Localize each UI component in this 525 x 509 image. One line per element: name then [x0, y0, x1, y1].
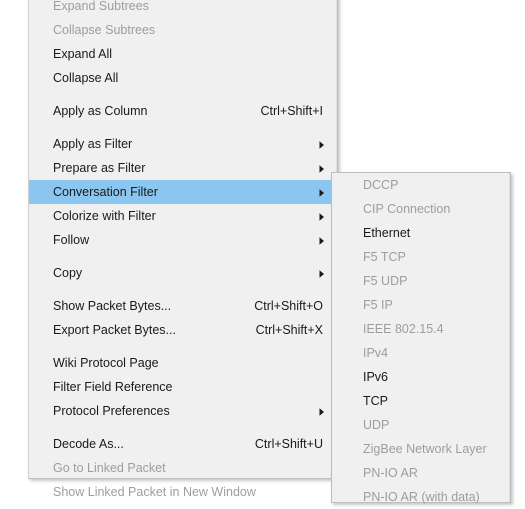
menu-item-label: Ethernet — [363, 226, 411, 240]
menu-item-shortcut: Ctrl+Shift+U — [254, 437, 323, 451]
menu-item-label: IPv6 — [363, 370, 389, 384]
menu-item-shortcut: Ctrl+Shift+O — [254, 299, 323, 313]
conversation-filter-submenu[interactable]: DCCP CIP Connection Ethernet F5 TCP F5 UDP F5… — [331, 172, 511, 504]
menu-item-label: Collapse All — [53, 71, 119, 85]
menu-item-label: Filter Field Reference — [53, 380, 173, 394]
menu-item-label: F5 TCP — [363, 250, 406, 264]
menu-item-conversation-filter[interactable]: Conversation Filter — [29, 180, 337, 204]
menu-item-label: Go to Linked Packet — [53, 461, 166, 475]
submenu-item-f5-tcp: F5 TCP — [332, 245, 510, 269]
menu-item-label: Show Packet Bytes... — [53, 299, 172, 313]
menu-item-label: IPv4 — [363, 346, 389, 360]
menu-separator — [29, 123, 337, 132]
chevron-right-icon — [317, 163, 327, 173]
menu-item-label: UDP — [363, 418, 390, 432]
menu-item-label: ZigBee Network Layer — [363, 442, 487, 456]
chevron-right-icon — [317, 268, 327, 278]
menu-item-follow[interactable]: Follow — [29, 228, 337, 252]
submenu-item-f5-udp: F5 UDP — [332, 269, 510, 293]
conversation-filter-submenu-items: DCCP CIP Connection Ethernet F5 TCP F5 UDP F5… — [332, 173, 510, 504]
menu-item-label: Copy — [53, 266, 83, 280]
menu-item-colorize-with-filter[interactable]: Colorize with Filter — [29, 204, 337, 228]
menu-item-shortcut: Ctrl+Shift+X — [255, 323, 323, 337]
screen-root: Expand Subtrees Collapse Subtrees Expand A… — [0, 0, 525, 509]
menu-item-protocol-preferences[interactable]: Protocol Preferences — [29, 399, 337, 423]
menu-item-prepare-as-filter[interactable]: Prepare as Filter — [29, 156, 337, 180]
menu-item-label: Conversation Filter — [53, 185, 158, 199]
menu-item-label: Collapse Subtrees — [53, 23, 156, 37]
menu-item-go-to-linked-packet: Go to Linked Packet — [29, 456, 337, 480]
submenu-item-ethernet[interactable]: Ethernet — [332, 221, 510, 245]
menu-item-show-packet-bytes[interactable]: Show Packet Bytes... Ctrl+Shift+O — [29, 294, 337, 318]
chevron-right-icon — [317, 187, 327, 197]
menu-item-label: Prepare as Filter — [53, 161, 146, 175]
submenu-item-tcp[interactable]: TCP — [332, 389, 510, 413]
submenu-item-f5-ip: F5 IP — [332, 293, 510, 317]
menu-item-label: Protocol Preferences — [53, 404, 170, 418]
menu-item-label: CIP Connection — [363, 202, 451, 216]
chevron-right-icon — [317, 235, 327, 245]
chevron-right-icon — [317, 139, 327, 149]
menu-item-label: Follow — [53, 233, 90, 247]
menu-item-expand-subtrees: Expand Subtrees — [29, 0, 337, 18]
menu-separator — [29, 252, 337, 261]
menu-item-apply-as-column[interactable]: Apply as Column Ctrl+Shift+I — [29, 99, 337, 123]
submenu-item-pn-io-ar: PN-IO AR — [332, 461, 510, 485]
menu-separator — [29, 342, 337, 351]
menu-item-expand-all[interactable]: Expand All — [29, 42, 337, 66]
menu-item-label: Expand All — [53, 47, 113, 61]
menu-item-label: Apply as Filter — [53, 137, 133, 151]
menu-item-label: Show Linked Packet in New Window — [53, 485, 256, 499]
menu-item-shortcut: Ctrl+Shift+I — [260, 104, 323, 118]
submenu-item-cip-connection: CIP Connection — [332, 197, 510, 221]
menu-separator — [29, 423, 337, 432]
menu-item-apply-as-filter[interactable]: Apply as Filter — [29, 132, 337, 156]
submenu-item-ieee-802-15-4: IEEE 802.15.4 — [332, 317, 510, 341]
chevron-right-icon — [317, 211, 327, 221]
submenu-item-dccp: DCCP — [332, 173, 510, 197]
chevron-right-icon — [317, 406, 327, 416]
submenu-item-udp: UDP — [332, 413, 510, 437]
menu-item-label: F5 IP — [363, 298, 393, 312]
packet-detail-context-menu[interactable]: Expand Subtrees Collapse Subtrees Expand A… — [28, 0, 338, 499]
menu-separator — [29, 90, 337, 99]
menu-item-label: TCP — [363, 394, 388, 408]
menu-item-collapse-subtrees: Collapse Subtrees — [29, 18, 337, 42]
menu-item-label: DCCP — [363, 178, 399, 192]
menu-item-wiki-protocol-page[interactable]: Wiki Protocol Page — [29, 351, 337, 375]
menu-item-label: F5 UDP — [363, 274, 408, 288]
menu-item-label: Decode As... — [53, 437, 124, 451]
submenu-item-ipv6[interactable]: IPv6 — [332, 365, 510, 389]
submenu-item-zigbee-network-layer: ZigBee Network Layer — [332, 437, 510, 461]
menu-item-label: IEEE 802.15.4 — [363, 322, 444, 336]
context-menu-items: Expand Subtrees Collapse Subtrees Expand A… — [29, 0, 337, 499]
submenu-item-ipv4: IPv4 — [332, 341, 510, 365]
menu-item-export-packet-bytes[interactable]: Export Packet Bytes... Ctrl+Shift+X — [29, 318, 337, 342]
menu-item-filter-field-reference[interactable]: Filter Field Reference — [29, 375, 337, 399]
menu-item-show-linked-packet-in-new-window: Show Linked Packet in New Window — [29, 480, 337, 504]
menu-item-label: Export Packet Bytes... — [53, 323, 176, 337]
menu-item-label: Apply as Column — [53, 104, 148, 118]
menu-item-decode-as[interactable]: Decode As... Ctrl+Shift+U — [29, 432, 337, 456]
menu-item-label: Wiki Protocol Page — [53, 356, 159, 370]
menu-separator — [29, 285, 337, 294]
menu-item-collapse-all[interactable]: Collapse All — [29, 66, 337, 90]
menu-item-label: PN-IO AR (with data) — [363, 490, 480, 504]
menu-item-label: Colorize with Filter — [53, 209, 156, 223]
submenu-item-pn-io-ar-with-data: PN-IO AR (with data) — [332, 485, 510, 509]
menu-item-label: Expand Subtrees — [53, 0, 149, 13]
menu-item-label: PN-IO AR — [363, 466, 418, 480]
menu-item-copy[interactable]: Copy — [29, 261, 337, 285]
